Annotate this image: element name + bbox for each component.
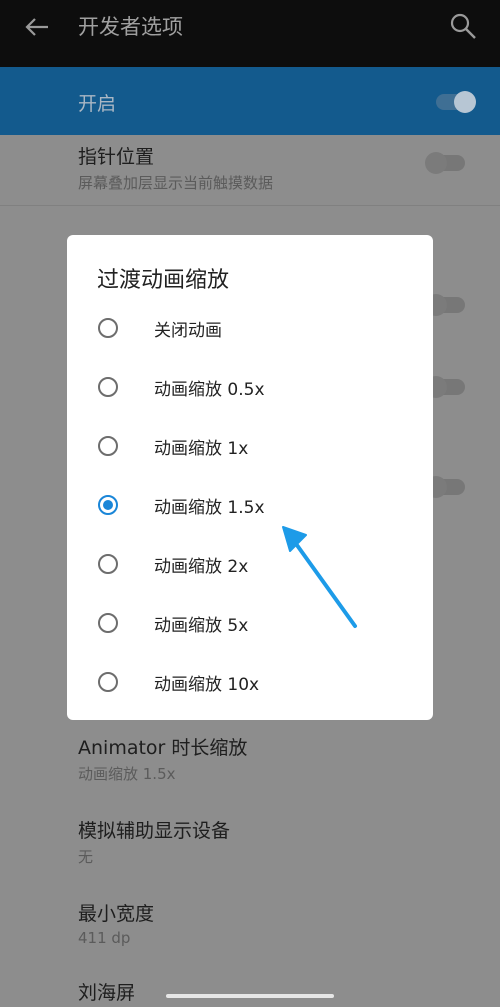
switch-knob: [425, 152, 447, 174]
option-scale-5x[interactable]: 动画缩放 5x: [67, 601, 433, 651]
page-title: 开发者选项: [78, 15, 183, 39]
option-scale-0-5x[interactable]: 动画缩放 0.5x: [67, 365, 433, 415]
radio-button[interactable]: [98, 436, 118, 456]
master-toggle-label: 开启: [78, 93, 117, 115]
setting-subtitle: 屏幕叠加层显示当前触摸数据: [78, 174, 274, 192]
option-animation-off[interactable]: 关闭动画: [67, 306, 433, 356]
setting-title: 刘海屏: [78, 982, 136, 1004]
setting-subtitle: 动画缩放 1.5x: [78, 765, 176, 783]
gesture-navigation-bar[interactable]: [166, 994, 334, 998]
setting-simulate-secondary-display[interactable]: 模拟辅助显示设备 无: [78, 816, 230, 867]
option-scale-1-5x[interactable]: 动画缩放 1.5x: [67, 483, 433, 533]
setting-animator-duration-scale[interactable]: Animator 时长缩放 动画缩放 1.5x: [78, 733, 247, 784]
option-label: 动画缩放 5x: [154, 616, 249, 636]
developer-options-master-row[interactable]: 开启: [0, 67, 500, 135]
option-label: 动画缩放 10x: [154, 675, 260, 695]
setting-title: 最小宽度: [78, 903, 155, 925]
transition-animation-scale-dialog: 过渡动画缩放 关闭动画 动画缩放 0.5x 动画缩放 1x 动画缩放 1.5x …: [67, 235, 433, 720]
option-label: 动画缩放 2x: [154, 557, 249, 577]
app-bar: 开发者选项: [0, 0, 500, 67]
setting-title: 模拟辅助显示设备: [78, 820, 231, 842]
radio-button[interactable]: [98, 554, 118, 574]
search-icon[interactable]: [448, 11, 478, 41]
setting-subtitle: 无: [78, 848, 94, 866]
option-scale-10x[interactable]: 动画缩放 10x: [67, 660, 433, 710]
option-label: 动画缩放 1x: [154, 439, 249, 459]
radio-button[interactable]: [98, 318, 118, 338]
option-scale-1x[interactable]: 动画缩放 1x: [67, 424, 433, 474]
setting-title: Animator 时长缩放: [78, 737, 248, 759]
radio-button[interactable]: [98, 377, 118, 397]
radio-button[interactable]: [98, 613, 118, 633]
option-label: 关闭动画: [154, 321, 222, 341]
pointer-location-switch[interactable]: [425, 152, 465, 174]
option-label: 动画缩放 0.5x: [154, 380, 265, 400]
dialog-title: 过渡动画缩放: [97, 268, 230, 293]
master-toggle-switch[interactable]: [436, 91, 476, 113]
divider: [0, 205, 500, 206]
back-arrow-icon[interactable]: [22, 12, 52, 42]
setting-subtitle: 411 dp: [78, 929, 131, 947]
radio-button[interactable]: [98, 672, 118, 692]
setting-title: 指针位置: [78, 146, 155, 168]
option-scale-2x[interactable]: 动画缩放 2x: [67, 542, 433, 592]
switch-knob: [454, 91, 476, 113]
setting-smallest-width[interactable]: 最小宽度 411 dp: [78, 899, 154, 947]
option-label: 动画缩放 1.5x: [154, 498, 265, 518]
setting-notch[interactable]: 刘海屏: [78, 978, 135, 1005]
setting-pointer-location[interactable]: 指针位置 屏幕叠加层显示当前触摸数据: [78, 142, 273, 193]
radio-button-selected[interactable]: [98, 495, 118, 515]
